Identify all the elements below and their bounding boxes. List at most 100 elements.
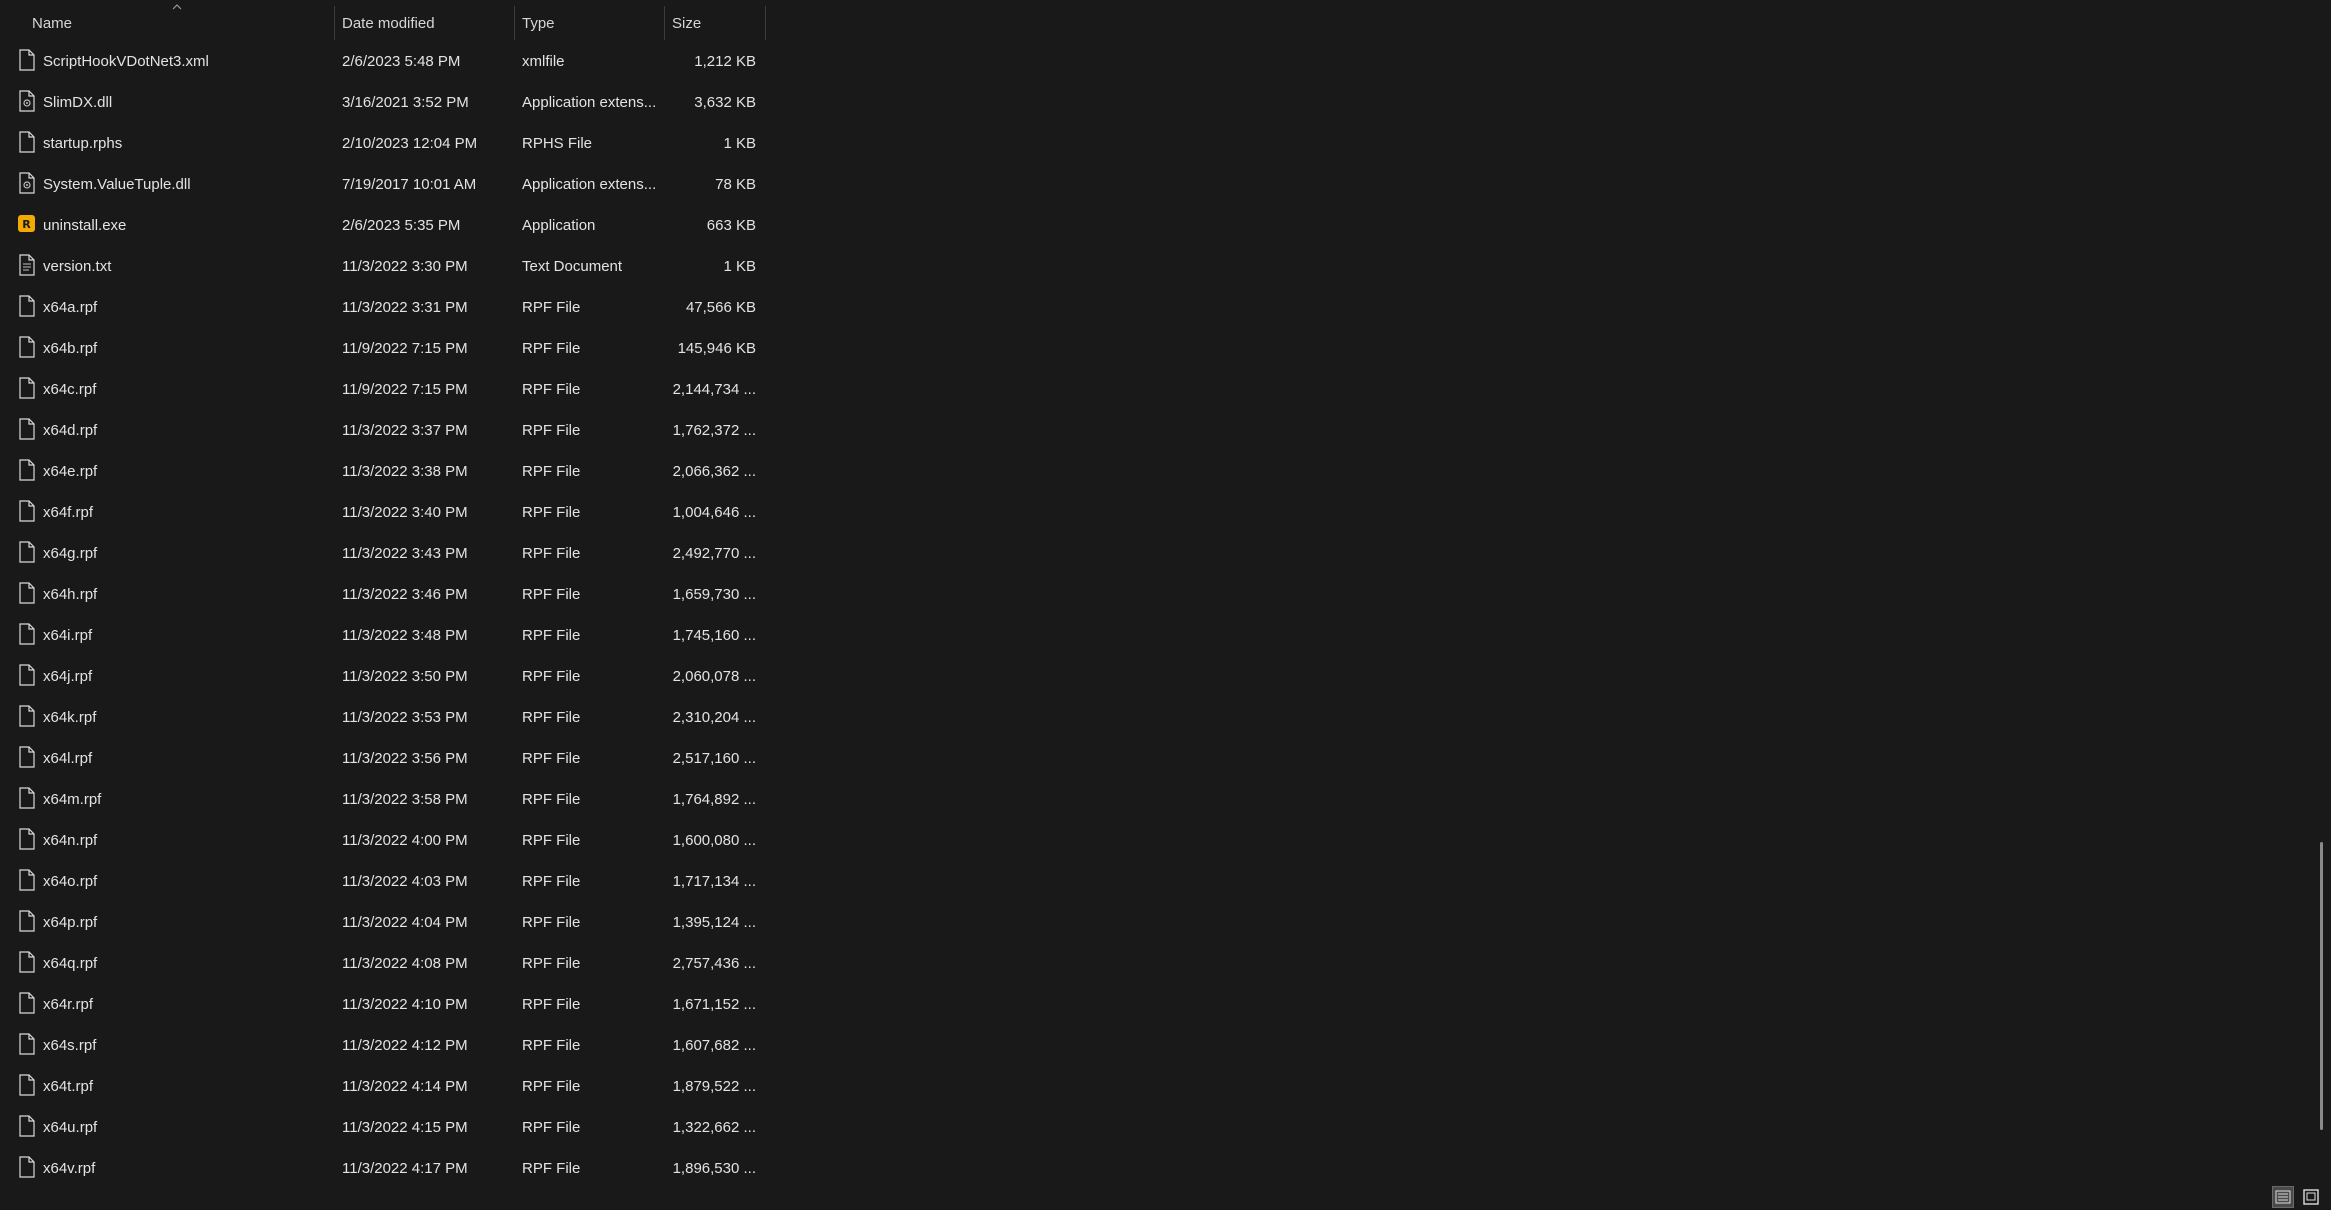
file-row[interactable]: x64p.rpf 11/3/2022 4:04 PM RPF File 1,395,1… — [0, 902, 766, 943]
file-row[interactable]: ScriptHookVDotNet3.xml 2/6/2023 5:48 PM xm… — [0, 41, 766, 82]
column-divider[interactable] — [765, 6, 766, 40]
vertical-scrollbar-thumb[interactable] — [2320, 842, 2323, 1130]
file-row[interactable]: x64k.rpf 11/3/2022 3:53 PM RPF File 2,310,2… — [0, 697, 766, 738]
file-row[interactable]: x64h.rpf 11/3/2022 3:46 PM RPF File 1,659,7… — [0, 574, 766, 615]
file-row[interactable]: x64s.rpf 11/3/2022 4:12 PM RPF File 1,607,6… — [0, 1025, 766, 1066]
file-size: 1,764,892 ... — [672, 791, 756, 808]
file-size: 1,879,522 ... — [672, 1078, 756, 1095]
file-row[interactable]: Runinstall.exe 2/6/2023 5:35 PM Applicatio… — [0, 205, 766, 246]
file-type: RPF File — [522, 914, 581, 931]
document-icon — [18, 582, 36, 604]
file-name: x64c.rpf — [43, 381, 97, 398]
file-type: RPF File — [522, 668, 581, 685]
document-icon — [18, 1033, 36, 1055]
file-type: RPF File — [522, 1078, 581, 1095]
file-name: startup.rphs — [43, 135, 123, 152]
file-row[interactable]: x64e.rpf 11/3/2022 3:38 PM RPF File 2,066,3… — [0, 451, 766, 492]
file-date-modified: 11/3/2022 3:43 PM — [342, 545, 468, 562]
file-date-modified: 11/3/2022 3:53 PM — [342, 709, 468, 726]
file-date-modified: 11/3/2022 3:31 PM — [342, 299, 468, 316]
file-type: RPF File — [522, 832, 581, 849]
file-size: 1,607,682 ... — [672, 1037, 756, 1054]
file-name: x64t.rpf — [43, 1078, 94, 1095]
file-row[interactable]: startup.rphs 2/10/2023 12:04 PM RPHS File 1… — [0, 123, 766, 164]
document-icon — [18, 459, 36, 481]
file-name: ScriptHookVDotNet3.xml — [43, 53, 209, 70]
file-row[interactable]: x64i.rpf 11/3/2022 3:48 PM RPF File 1,745,1… — [0, 615, 766, 656]
file-row[interactable]: x64d.rpf 11/3/2022 3:37 PM RPF File 1,762,3… — [0, 410, 766, 451]
file-name: x64q.rpf — [43, 955, 98, 972]
document-icon — [18, 418, 36, 440]
document-icon — [18, 500, 36, 522]
document-icon — [18, 623, 36, 645]
file-type: xmlfile — [522, 53, 565, 70]
file-name: System.ValueTuple.dll — [43, 176, 191, 193]
file-list: ScriptHookVDotNet3.xml 2/6/2023 5:48 PM xm… — [0, 41, 766, 1189]
file-type: RPF File — [522, 709, 581, 726]
file-row[interactable]: x64v.rpf 11/3/2022 4:17 PM RPF File 1,896,5… — [0, 1148, 766, 1189]
file-row[interactable]: x64n.rpf 11/3/2022 4:00 PM RPF File 1,600,0… — [0, 820, 766, 861]
file-date-modified: 11/3/2022 4:17 PM — [342, 1160, 468, 1177]
file-date-modified: 11/3/2022 3:48 PM — [342, 627, 468, 644]
file-type: RPF File — [522, 996, 581, 1013]
file-type: Text Document — [522, 258, 623, 275]
file-size: 2,066,362 ... — [672, 463, 756, 480]
file-date-modified: 11/9/2022 7:15 PM — [342, 340, 468, 357]
large-icons-view-button[interactable] — [2300, 1186, 2322, 1208]
file-date-modified: 11/3/2022 3:56 PM — [342, 750, 468, 767]
file-name: x64e.rpf — [43, 463, 98, 480]
document-icon — [18, 295, 36, 317]
file-row[interactable]: x64r.rpf 11/3/2022 4:10 PM RPF File 1,671,1… — [0, 984, 766, 1025]
file-row[interactable]: x64u.rpf 11/3/2022 4:15 PM RPF File 1,322,6… — [0, 1107, 766, 1148]
file-row[interactable]: x64c.rpf 11/9/2022 7:15 PM RPF File 2,144,7… — [0, 369, 766, 410]
file-row[interactable]: x64g.rpf 11/3/2022 3:43 PM RPF File 2,492,7… — [0, 533, 766, 574]
file-name: x64n.rpf — [43, 832, 98, 849]
file-date-modified: 2/10/2023 12:04 PM — [342, 135, 478, 152]
details-view-button[interactable] — [2272, 1186, 2294, 1208]
file-size: 1,004,646 ... — [672, 504, 756, 521]
text-file-icon — [18, 254, 36, 276]
file-size: 1,762,372 ... — [672, 422, 756, 439]
file-row[interactable]: x64l.rpf 11/3/2022 3:56 PM RPF File 2,517,1… — [0, 738, 766, 779]
dll-file-icon — [18, 90, 36, 112]
document-icon — [18, 1156, 36, 1178]
file-size: 1,896,530 ... — [672, 1160, 756, 1177]
file-size: 1,322,662 ... — [672, 1119, 756, 1136]
document-icon — [18, 705, 36, 727]
file-row[interactable]: x64b.rpf 11/9/2022 7:15 PM RPF File 145,946… — [0, 328, 766, 369]
file-name: x64g.rpf — [43, 545, 98, 562]
file-size: 145,946 KB — [677, 340, 756, 357]
file-type: RPF File — [522, 750, 581, 767]
file-date-modified: 11/3/2022 4:10 PM — [342, 996, 468, 1013]
file-row[interactable]: x64t.rpf 11/3/2022 4:14 PM RPF File 1,879,5… — [0, 1066, 766, 1107]
file-row[interactable]: x64a.rpf 11/3/2022 3:31 PM RPF File 47,566 … — [0, 287, 766, 328]
file-size: 2,060,078 ... — [672, 668, 756, 685]
file-date-modified: 2/6/2023 5:35 PM — [342, 217, 461, 234]
file-date-modified: 11/3/2022 4:14 PM — [342, 1078, 468, 1095]
file-row[interactable]: version.txt 11/3/2022 3:30 PM Text Documen… — [0, 246, 766, 287]
file-name: uninstall.exe — [43, 217, 127, 234]
file-row[interactable]: System.ValueTuple.dll 7/19/2017 10:01 AM A… — [0, 164, 766, 205]
file-type: RPF File — [522, 340, 581, 357]
file-size: 1,659,730 ... — [672, 586, 756, 603]
large-icons-view-icon — [2303, 1189, 2319, 1205]
file-row[interactable]: x64j.rpf 11/3/2022 3:50 PM RPF File 2,060,0… — [0, 656, 766, 697]
file-size: 1 KB — [723, 135, 756, 152]
file-name: x64m.rpf — [43, 791, 102, 808]
file-date-modified: 11/3/2022 3:46 PM — [342, 586, 468, 603]
file-name: x64l.rpf — [43, 750, 93, 767]
file-row[interactable]: x64f.rpf 11/3/2022 3:40 PM RPF File 1,004,6… — [0, 492, 766, 533]
file-name: x64b.rpf — [43, 340, 98, 357]
file-row[interactable]: x64m.rpf 11/3/2022 3:58 PM RPF File 1,764,8… — [0, 779, 766, 820]
file-name: SlimDX.dll — [43, 94, 113, 111]
file-type: Application extens... — [522, 94, 657, 111]
document-icon — [18, 910, 36, 932]
file-size: 2,757,436 ... — [672, 955, 756, 972]
file-name: x64h.rpf — [43, 586, 98, 603]
file-row[interactable]: SlimDX.dll 3/16/2021 3:52 PM Application e… — [0, 82, 766, 123]
file-size: 1,212 KB — [694, 53, 756, 70]
file-row[interactable]: x64o.rpf 11/3/2022 4:03 PM RPF File 1,717,1… — [0, 861, 766, 902]
file-date-modified: 11/3/2022 4:12 PM — [342, 1037, 468, 1054]
file-type: RPF File — [522, 422, 581, 439]
file-row[interactable]: x64q.rpf 11/3/2022 4:08 PM RPF File 2,757,4… — [0, 943, 766, 984]
